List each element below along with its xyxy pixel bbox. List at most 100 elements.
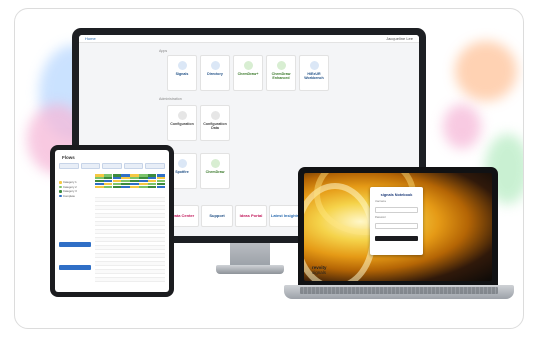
legend-item: Complete xyxy=(59,194,91,199)
table-row[interactable] xyxy=(95,230,165,234)
gear-icon xyxy=(210,111,220,120)
plate-cell[interactable] xyxy=(103,185,113,189)
tablet-legend: Category 1 Category 2 Category 3 Complet… xyxy=(59,180,91,198)
table-row[interactable] xyxy=(95,278,165,282)
table-row[interactable] xyxy=(95,270,165,274)
bottom-tile-latest-insights[interactable]: Latest Insights xyxy=(269,205,301,227)
username-label: Username xyxy=(375,200,387,203)
table-row[interactable] xyxy=(95,202,165,206)
table-row[interactable] xyxy=(95,254,165,258)
plate-grid xyxy=(95,174,166,189)
tablet-title: Flows xyxy=(62,155,75,160)
plate-cell[interactable] xyxy=(121,185,130,189)
bg-blob-orange xyxy=(455,41,517,101)
bottom-tile-label: Latest Insights xyxy=(270,212,300,218)
tablet-action-button[interactable] xyxy=(59,265,91,270)
tablet-action-button[interactable] xyxy=(59,242,91,247)
plate-cell[interactable] xyxy=(95,185,104,189)
plate-cell[interactable] xyxy=(112,185,122,189)
spotfire-icon xyxy=(177,159,187,168)
topbar-home[interactable]: Home xyxy=(85,36,96,41)
tile-title: HiExUR Workbench xyxy=(304,72,324,80)
table-row[interactable] xyxy=(95,238,165,242)
laptop-display: signals Notebook Username Password revvi… xyxy=(298,167,498,285)
brand-line-2: signals xyxy=(312,270,327,275)
chemdraw-icon xyxy=(276,61,286,70)
legend-swatch xyxy=(59,185,62,188)
legend-label: Category 3 xyxy=(63,189,77,194)
app-tile-configuration[interactable]: Configuration xyxy=(167,105,197,141)
section-admin-label: Administration xyxy=(159,97,182,101)
table-row[interactable] xyxy=(95,234,165,238)
password-field[interactable] xyxy=(375,223,418,229)
tablet-screen: Flows Category 1 Category 2 Category 3 C… xyxy=(55,150,169,292)
app-tile-chemdraw-plus[interactable]: ChemDraw+ xyxy=(233,55,263,91)
table-row[interactable] xyxy=(95,258,165,262)
bottom-tile-label: Data Center xyxy=(171,212,195,218)
bg-blob-pink-right xyxy=(443,104,481,149)
monitor-stand-base xyxy=(216,265,284,274)
chemdraw-icon xyxy=(243,61,253,70)
table-row[interactable] xyxy=(95,222,165,226)
username-field[interactable] xyxy=(375,207,418,213)
table-row[interactable] xyxy=(95,206,165,210)
table-row[interactable] xyxy=(95,210,165,214)
directory-icon xyxy=(210,61,220,70)
scene: Home Jacqueline Lee Apps Signals Directo… xyxy=(0,0,539,337)
app-tile-directory[interactable]: Directory xyxy=(200,55,230,91)
table-row[interactable] xyxy=(95,250,165,254)
tile-title: Configuration xyxy=(170,122,194,126)
table-row[interactable] xyxy=(95,218,165,222)
table-row[interactable] xyxy=(95,274,165,278)
tile-title: ChemDraw Enhanced xyxy=(271,72,291,80)
toolbar-button[interactable] xyxy=(59,163,79,169)
laptop-keyboard xyxy=(300,287,498,294)
table-row[interactable] xyxy=(95,246,165,250)
table-row[interactable] xyxy=(95,226,165,230)
password-label: Password xyxy=(375,216,386,219)
sign-in-button[interactable] xyxy=(375,236,418,241)
app-tile-chemdraw[interactable]: ChemDraw xyxy=(200,153,230,189)
toolbar-button[interactable] xyxy=(145,163,165,169)
legend-label: Category 2 xyxy=(63,184,77,189)
table-row[interactable] xyxy=(95,262,165,266)
table-row[interactable] xyxy=(95,198,165,202)
bottom-tile-ideas-portal[interactable]: Ideas Portal xyxy=(235,205,267,227)
table-row[interactable] xyxy=(95,214,165,218)
plate-cell[interactable] xyxy=(147,185,157,189)
table-row[interactable] xyxy=(95,194,165,198)
laptop-screen: signals Notebook Username Password revvi… xyxy=(304,173,492,281)
bottom-tile-label: Ideas Portal xyxy=(239,212,263,218)
plate-cell[interactable] xyxy=(130,185,139,189)
app-tile-signals[interactable]: Signals xyxy=(167,55,197,91)
app-tile-configuration-data[interactable]: Configuration Data xyxy=(200,105,230,141)
bottom-tile-label: Support xyxy=(209,212,225,218)
brand-logo: revvity signals xyxy=(312,265,327,275)
tile-title: Directory xyxy=(207,72,223,76)
monitor-topbar: Home Jacqueline Lee xyxy=(79,35,419,43)
legend-swatch xyxy=(59,190,62,193)
plate-cell[interactable] xyxy=(139,185,148,189)
app-tile-workbench[interactable]: HiExUR Workbench xyxy=(299,55,329,91)
tablet-toolbar xyxy=(59,163,165,169)
bottom-tile-support[interactable]: Support xyxy=(201,205,233,227)
toolbar-button[interactable] xyxy=(80,163,101,169)
legend-label: Category 1 xyxy=(63,180,77,185)
tile-title: ChemDraw+ xyxy=(237,72,259,76)
gear-icon xyxy=(177,111,187,120)
login-app-title: signals Notebook xyxy=(380,193,413,197)
legend-swatch xyxy=(59,194,62,197)
table-row[interactable] xyxy=(95,242,165,246)
toolbar-button[interactable] xyxy=(123,163,144,169)
tile-title: ChemDraw xyxy=(205,170,225,174)
plate-cell[interactable] xyxy=(156,185,166,189)
topbar-user[interactable]: Jacqueline Lee xyxy=(386,36,413,41)
chemdraw-icon xyxy=(210,159,220,168)
app-tile-chemdraw-enhanced[interactable]: ChemDraw Enhanced xyxy=(266,55,296,91)
legend-swatch xyxy=(59,181,62,184)
toolbar-button[interactable] xyxy=(102,163,122,169)
tablet-device: Flows Category 1 Category 2 Category 3 C… xyxy=(50,145,174,297)
tile-title: Configuration Data xyxy=(203,122,227,130)
signals-icon xyxy=(177,61,187,70)
table-row[interactable] xyxy=(95,266,165,270)
